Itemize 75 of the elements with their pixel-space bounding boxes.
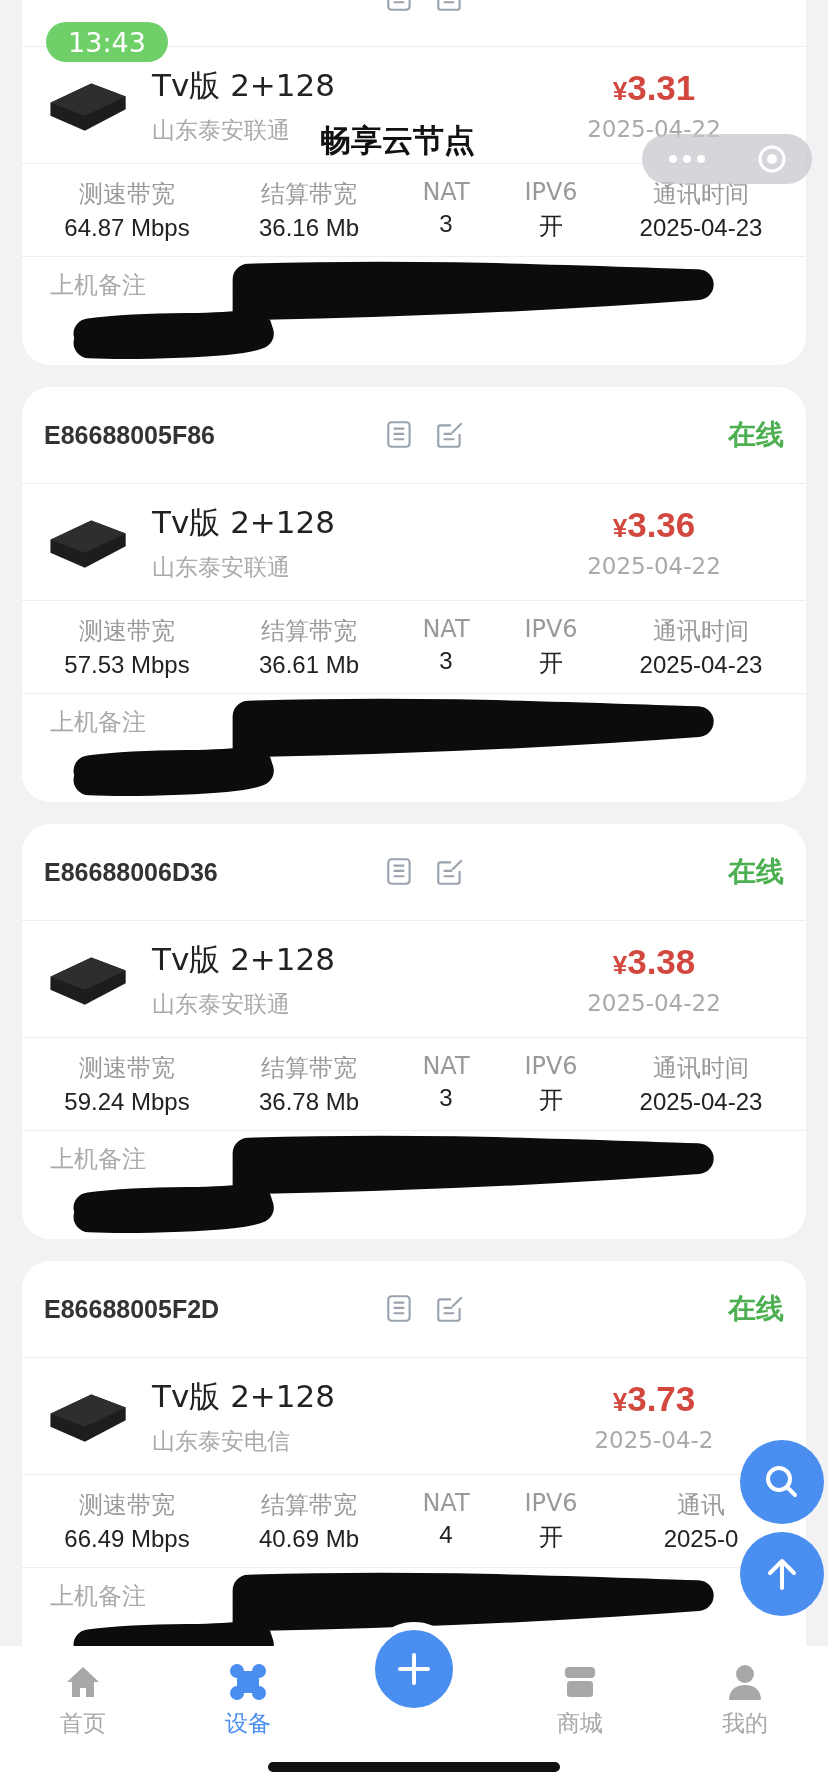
stat-value: 57.53 Mbps [64,651,190,679]
stat-label: IPV6 [524,615,578,643]
price: ¥3.31 [612,68,696,108]
date: 2025-04-22 [587,990,721,1016]
product-name: Tv版 2+128 [152,939,335,979]
device-id: E86688005F86 [44,420,216,450]
stat-value: 40.69 Mb [258,1525,360,1553]
stat-value: 开 [539,1085,563,1115]
stat-value: 36.16 Mb [258,214,360,242]
remark-label: 上机备注 [50,1582,146,1610]
stat-label: NAT [422,178,470,206]
price: ¥3.38 [612,942,696,982]
close-icon[interactable] [757,144,787,174]
stat-label: IPV6 [524,1489,578,1517]
online-status: 在线 [728,417,784,453]
remark-label: 上机备注 [50,708,146,736]
tab[interactable]: 设备 [198,1662,299,1739]
stat-label: 通讯时间 [653,1053,749,1084]
product-name: Tv版 2+128 [152,1376,335,1416]
date: 2025-04-2 [594,1427,714,1453]
time-badge: 13:43 [46,22,168,62]
stat-value: 开 [539,211,563,241]
stat-value: 开 [539,1522,563,1552]
stat-label: 测速带宽 [79,616,175,647]
stat-value: 36.61 Mb [258,651,360,679]
stat-value: 开 [539,648,563,678]
stat-label: NAT [422,1489,470,1517]
online-status: 在线 [728,854,784,890]
stat-label: IPV6 [524,178,578,206]
location: 山东泰安联通 [152,552,290,582]
price: ¥3.73 [612,1379,696,1419]
product-name: Tv版 2+128 [152,502,335,542]
stat-label: IPV6 [524,1052,578,1080]
tab[interactable]: 商城 [529,1662,630,1739]
device-id: E86688005F2D [44,1294,221,1324]
stat-value: 2025-04-23 [639,1088,763,1116]
tab[interactable]: 我的 [695,1662,796,1739]
more-icon[interactable] [667,154,707,164]
stat-label: NAT [422,1052,470,1080]
stat-label: 结算带宽 [261,1490,357,1521]
date: 2025-04-22 [587,553,721,579]
product-name: Tv版 2+128 [152,65,335,105]
stat-label: 通讯 [677,1490,725,1521]
stat-value: 3 [439,210,453,238]
stat-label: NAT [422,615,470,643]
stat-value: 2025-04-23 [639,651,763,679]
online-status: 在线 [728,1291,784,1327]
stat-label: 测速带宽 [79,179,175,210]
stat-value: 59.24 Mbps [64,1088,190,1116]
stat-value: 2025-04-23 [639,214,763,242]
stat-value: 64.87 Mbps [64,214,190,242]
price: ¥3.36 [612,505,696,545]
tab[interactable]: 首页 [32,1662,133,1739]
stat-value: 4 [439,1521,453,1549]
stat-label: 测速带宽 [79,1490,175,1521]
location: 山东泰安联通 [152,115,290,145]
stat-value: 36.78 Mb [258,1088,360,1116]
stat-label: 结算带宽 [261,616,357,647]
date: 2025-04-22 [587,116,721,142]
stat-value: 2025-0 [663,1525,739,1553]
grid-icon [228,1662,269,1702]
stat-value: 66.49 Mbps [64,1525,190,1553]
remark-label: 上机备注 [50,271,146,299]
stat-label: 测速带宽 [79,1053,175,1084]
device-id: E86688006D36 [44,857,219,887]
stat-label: 通讯时间 [653,179,749,210]
stat-label: 通讯时间 [653,616,749,647]
location: 山东泰安电信 [152,1426,290,1456]
caption-text: 畅享云节点 [320,121,475,160]
location: 山东泰安联通 [152,989,290,1019]
stat-value: 3 [439,1084,453,1112]
remark-label: 上机备注 [50,1145,146,1173]
stat-label: 结算带宽 [261,1053,357,1084]
stat-label: 结算带宽 [261,179,357,210]
stat-value: 3 [439,647,453,675]
